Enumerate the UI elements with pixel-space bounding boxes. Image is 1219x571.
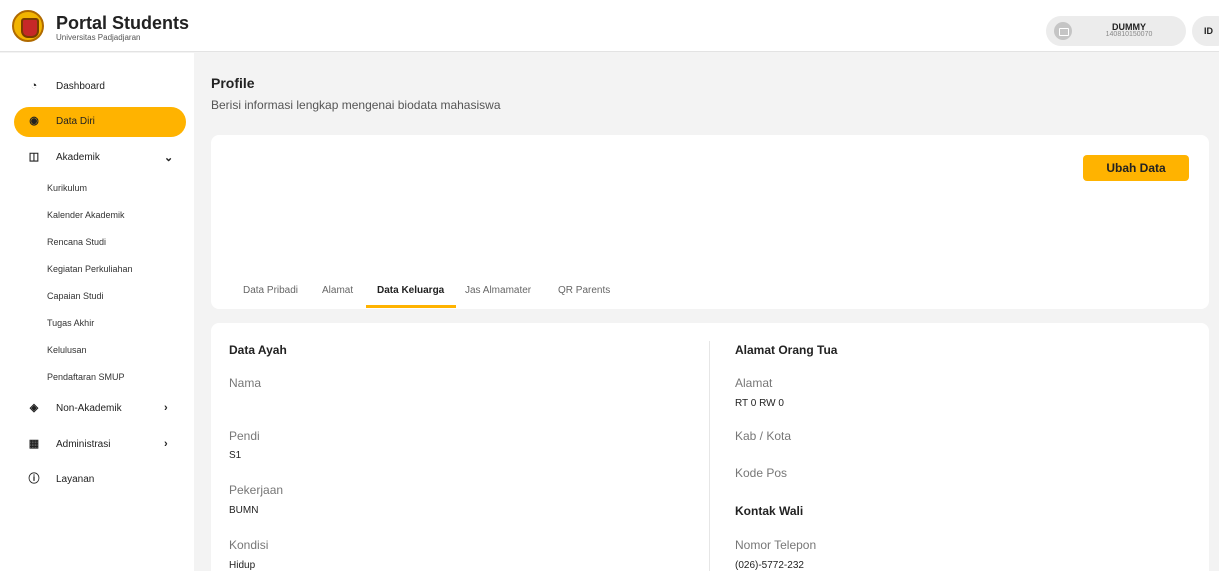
app-title: Portal Students	[56, 13, 190, 33]
field-value-kondisi: Hidup	[229, 560, 256, 571]
sidebar-item-label: Akademik	[56, 152, 100, 163]
info-icon: ⓘ	[28, 473, 40, 485]
sidebar-subitem-rencana-studi[interactable]: Rencana Studi	[47, 237, 106, 247]
language-button[interactable]: ID	[1192, 16, 1219, 46]
sidebar-item-non-akademik[interactable]: ◈ Non-Akademik ›	[14, 394, 186, 424]
field-label-pekerjaan: Pekerjaan	[229, 483, 284, 497]
user-profile-button[interactable]: DUMMY 140810150070	[1046, 16, 1186, 46]
avatar-icon	[1054, 22, 1072, 40]
sidebar-subitem-capaian-studi[interactable]: Capaian Studi	[47, 291, 104, 301]
field-value-pekerjaan: BUMN	[229, 505, 259, 516]
tab-jas-almamater[interactable]: Jas Almamater	[465, 285, 531, 296]
field-value-alamat: RT 0 RW 0	[735, 398, 784, 409]
sidebar-item-label: Dashboard	[56, 81, 105, 92]
book-icon: ◫	[28, 151, 40, 163]
sidebar-item-administrasi[interactable]: ▦ Administrasi ›	[14, 430, 186, 460]
active-tab-indicator	[366, 305, 456, 308]
field-label-pendi: Pendi	[229, 429, 260, 443]
field-label-kab-kota: Kab / Kota	[735, 429, 792, 443]
sidebar-item-label: Non-Akademik	[56, 403, 122, 414]
sidebar-subitem-kalender-akademik[interactable]: Kalender Akademik	[47, 210, 125, 220]
tab-qr-parents[interactable]: QR Parents	[558, 285, 610, 296]
field-label-nama: Nama	[229, 376, 262, 390]
field-label-nomor-telepon: Nomor Telepon	[735, 538, 817, 552]
sidebar-item-label: Layanan	[56, 474, 95, 485]
profile-card: Ubah Data Data Pribadi Alamat Data Kelua…	[211, 135, 1209, 309]
sidebar-subitem-kurikulum[interactable]: Kurikulum	[47, 183, 87, 193]
sidebar-item-akademik[interactable]: ◫ Akademik ⌄	[14, 143, 186, 173]
chevron-right-icon: ›	[164, 402, 168, 414]
sidebar: ◔ Dashboard ◉ Data Diri ◫ Akademik ⌄ Kur…	[0, 53, 194, 571]
field-label-alamat: Alamat	[735, 376, 773, 390]
tab-alamat[interactable]: Alamat	[322, 285, 353, 296]
sidebar-subitem-pendaftaran-smup[interactable]: Pendaftaran SMUP	[47, 372, 125, 382]
sidebar-item-label: Data Diri	[56, 116, 95, 127]
sidebar-item-data-diri[interactable]: ◉ Data Diri	[14, 107, 186, 137]
sidebar-subitem-kegiatan-perkuliahan[interactable]: Kegiatan Perkuliahan	[47, 264, 133, 274]
section-heading-data-ayah: Data Ayah	[229, 343, 287, 357]
column-divider	[709, 341, 710, 571]
sidebar-item-dashboard[interactable]: ◔ Dashboard	[14, 72, 186, 102]
section-heading-kontak-wali: Kontak Wali	[735, 504, 804, 518]
user-circle-icon: ◉	[29, 115, 39, 127]
edit-data-button[interactable]: Ubah Data	[1083, 155, 1189, 181]
page-subtitle: Berisi informasi lengkap mengenai biodat…	[211, 98, 501, 112]
language-label: ID	[1204, 26, 1213, 36]
chevron-down-icon: ⌄	[164, 152, 174, 164]
family-data-card: Data Ayah Nama Pendi S1 Pekerjaan BUMN K…	[211, 323, 1209, 571]
field-value-nomor-telepon: (026)-5772-232	[735, 560, 804, 571]
sidebar-subitem-tugas-akhir[interactable]: Tugas Akhir	[47, 318, 94, 328]
tab-data-pribadi[interactable]: Data Pribadi	[243, 285, 298, 296]
field-label-kode-pos: Kode Pos	[735, 466, 788, 480]
app-subtitle: Universitas Padjadjaran	[56, 33, 141, 42]
chevron-right-icon: ›	[164, 438, 168, 450]
sidebar-item-label: Administrasi	[56, 439, 111, 450]
field-label-kondisi: Kondisi	[229, 538, 269, 552]
sidebar-subitem-kelulusan[interactable]: Kelulusan	[47, 345, 87, 355]
sidebar-item-layanan[interactable]: ⓘ Layanan	[14, 465, 186, 495]
section-heading-alamat-orang-tua: Alamat Orang Tua	[735, 343, 838, 357]
dashboard-icon: ◔	[30, 80, 38, 92]
user-id: 140810150070	[1105, 31, 1153, 38]
top-header: Portal Students Universitas Padjadjaran …	[0, 0, 1219, 52]
university-logo-icon[interactable]	[12, 10, 44, 42]
graduation-cap-icon: ◈	[29, 402, 39, 414]
tab-data-keluarga[interactable]: Data Keluarga	[377, 285, 444, 296]
field-value-pendi: S1	[229, 450, 242, 461]
page-title: Profile	[211, 75, 255, 91]
grid-icon: ▦	[28, 438, 40, 450]
